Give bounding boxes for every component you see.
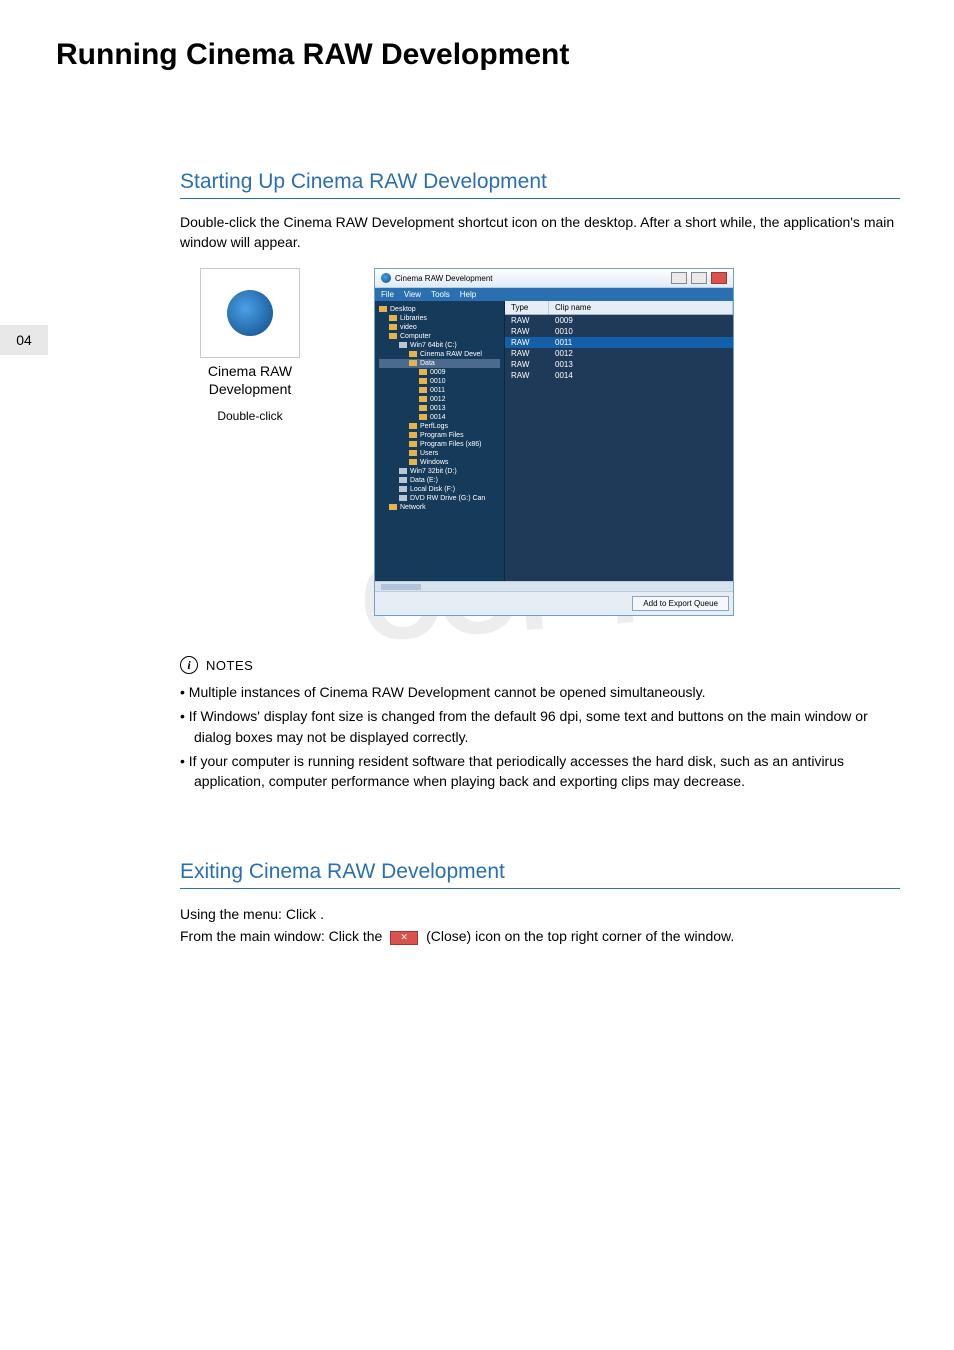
disk-icon	[399, 468, 407, 474]
menubar: File View Tools Help	[375, 288, 733, 301]
window-title: Cinema RAW Development	[395, 274, 493, 283]
folder-icon	[409, 351, 417, 357]
tree-node[interactable]: 0010	[379, 377, 500, 386]
close-button[interactable]	[711, 272, 727, 284]
network-icon	[389, 504, 397, 510]
menu-file[interactable]: File	[381, 290, 394, 299]
tree-node[interactable]: Windows	[379, 458, 500, 467]
close-icon	[390, 931, 418, 945]
menu-view[interactable]: View	[404, 290, 421, 299]
tree-node[interactable]: Win7 64bit (C:)	[379, 341, 500, 350]
tree-node[interactable]: 0012	[379, 395, 500, 404]
shortcut-label: Cinema RAW Development	[180, 362, 320, 398]
folder-icon	[419, 414, 427, 420]
tree-node[interactable]: Data	[379, 359, 500, 368]
tree-node[interactable]: 0009	[379, 368, 500, 377]
notes-list: Multiple instances of Cinema RAW Develop…	[180, 682, 900, 791]
info-icon: i	[180, 656, 198, 674]
folder-icon	[419, 378, 427, 384]
tree-node[interactable]: Computer	[379, 332, 500, 341]
list-row[interactable]: RAW0009	[505, 315, 733, 326]
menu-tools[interactable]: Tools	[431, 290, 450, 299]
exit-line-2: From the main window: Click the (Close) …	[180, 925, 900, 947]
folder-icon	[419, 396, 427, 402]
app-lens-icon	[227, 290, 273, 336]
notes-label: NOTES	[206, 658, 253, 673]
tree-node[interactable]: Data (E:)	[379, 476, 500, 485]
shortcut-icon	[200, 268, 300, 358]
folder-icon	[409, 459, 417, 465]
folder-tree[interactable]: DesktopLibrariesvideoComputerWin7 64bit …	[375, 301, 505, 581]
folder-icon	[409, 432, 417, 438]
section-exit-heading: Exiting Cinema RAW Development	[180, 860, 900, 889]
tree-scrollbar[interactable]	[375, 581, 733, 591]
maximize-button[interactable]	[691, 272, 707, 284]
app-icon	[381, 273, 391, 283]
exit-line-1: Using the menu: Click .	[180, 903, 900, 925]
list-row[interactable]: RAW0014	[505, 370, 733, 381]
note-item: Multiple instances of Cinema RAW Develop…	[180, 682, 900, 702]
tree-node[interactable]: Cinema RAW Devel	[379, 350, 500, 359]
section-start-heading: Starting Up Cinema RAW Development	[180, 170, 900, 199]
tree-node[interactable]: Win7 32bit (D:)	[379, 467, 500, 476]
note-item: If Windows' display font size is changed…	[180, 706, 900, 747]
folder-icon	[409, 360, 417, 366]
disk-icon	[399, 477, 407, 483]
list-row[interactable]: RAW0013	[505, 359, 733, 370]
add-to-export-queue-button[interactable]: Add to Export Queue	[632, 596, 729, 611]
folder-icon	[409, 450, 417, 456]
folder-icon	[419, 405, 427, 411]
col-clipname[interactable]: Clip name	[549, 301, 733, 314]
page-number: 04	[0, 325, 48, 355]
folder-icon	[419, 387, 427, 393]
list-row[interactable]: RAW0012	[505, 348, 733, 359]
tree-node[interactable]: Desktop	[379, 305, 500, 314]
page-title: Running Cinema RAW Development	[56, 38, 569, 72]
disk-icon	[399, 486, 407, 492]
tree-node[interactable]: Program Files (x86)	[379, 440, 500, 449]
tree-node[interactable]: 0014	[379, 413, 500, 422]
disk-icon	[399, 342, 407, 348]
app-main-window: Cinema RAW Development File View Tools H…	[374, 268, 734, 616]
minimize-button[interactable]	[671, 272, 687, 284]
tree-node[interactable]: Network	[379, 503, 500, 512]
folder-icon	[409, 441, 417, 447]
tree-node[interactable]: 0011	[379, 386, 500, 395]
folder-icon	[389, 315, 397, 321]
list-row[interactable]: RAW0011	[505, 337, 733, 348]
shortcut-block: Cinema RAW Development Double-click	[180, 268, 320, 616]
shortcut-caption: Double-click	[180, 409, 320, 423]
titlebar: Cinema RAW Development	[375, 269, 733, 288]
list-header: Type Clip name	[505, 301, 733, 315]
tree-node[interactable]: 0013	[379, 404, 500, 413]
computer-icon	[389, 333, 397, 339]
tree-node[interactable]: DVD RW Drive (G:) Can	[379, 494, 500, 503]
desktop-icon	[379, 306, 387, 312]
folder-icon	[409, 423, 417, 429]
tree-node[interactable]: Local Disk (F:)	[379, 485, 500, 494]
tree-node[interactable]: PerfLogs	[379, 422, 500, 431]
tree-node[interactable]: Libraries	[379, 314, 500, 323]
folder-icon	[419, 369, 427, 375]
disc-icon	[399, 495, 407, 501]
tree-node[interactable]: Users	[379, 449, 500, 458]
list-row[interactable]: RAW0010	[505, 326, 733, 337]
tree-node[interactable]: Program Files	[379, 431, 500, 440]
clip-list[interactable]: Type Clip name RAW0009RAW0010RAW0011RAW0…	[505, 301, 733, 581]
section-start-body: Double-click the Cinema RAW Development …	[180, 213, 900, 252]
folder-icon	[389, 324, 397, 330]
menu-help[interactable]: Help	[460, 290, 476, 299]
tree-node[interactable]: video	[379, 323, 500, 332]
col-type[interactable]: Type	[505, 301, 549, 314]
note-item: If your computer is running resident sof…	[180, 751, 900, 792]
